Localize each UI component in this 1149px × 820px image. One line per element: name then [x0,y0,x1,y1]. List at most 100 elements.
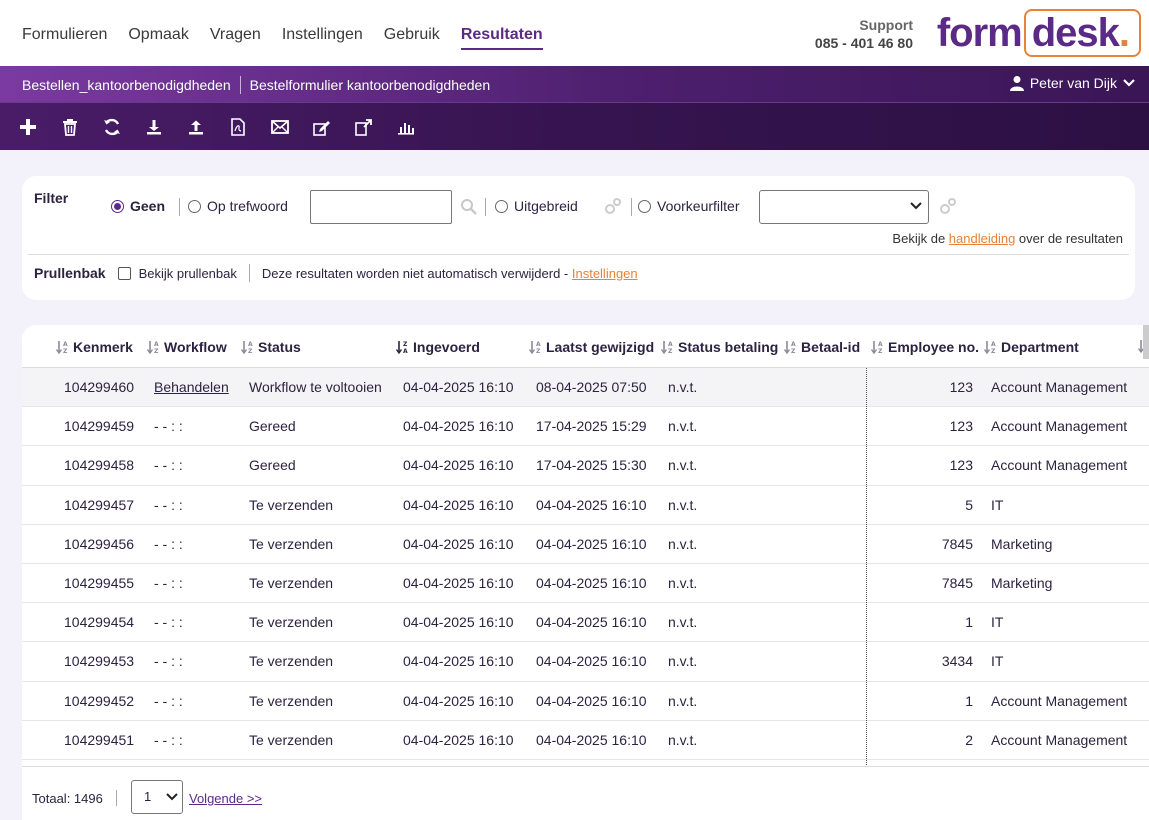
breadcrumb-item-folder[interactable]: Bestellen_kantoorbenodigdheden [22,77,231,93]
table-row[interactable]: 104299451 - - : : Te verzenden 04-04-2025 1… [22,721,1149,760]
upload-button[interactable] [180,111,211,142]
table-row[interactable]: 104299458 - - : : Gereed 04-04-2025 16:10 17… [22,446,1149,486]
trash-icon [62,118,77,136]
nav-item-resultaten[interactable]: Resultaten [460,26,543,50]
cell-ingevoerd: 04-04-2025 16:10 [403,535,514,552]
settings-gear-icon[interactable] [939,197,957,215]
manual-link[interactable]: handleiding [949,231,1016,246]
search-icon[interactable] [460,198,478,216]
column-header-ingevoerd[interactable]: Z A Ingevoerd [395,339,480,355]
refresh-icon [103,118,120,135]
main-nav: Formulieren Opmaak Vragen Instellingen Gebru… [22,26,564,50]
filter-option-none[interactable]: Geen [111,198,165,214]
workflow-action-link[interactable]: Behandelen [154,379,229,395]
download-button[interactable] [138,111,169,142]
column-header-status-betaling[interactable]: A Z Status betaling [660,339,779,355]
settings-gear-icon[interactable] [604,197,622,215]
table-row[interactable]: 104299460 Behandelen Workflow te voltooien… [22,368,1149,408]
add-button[interactable] [12,111,43,142]
cell-department: Marketing [991,574,1053,591]
filter-divider [28,254,1129,255]
svg-text:Z: Z [991,348,996,354]
column-header-laatst-gewijzigd[interactable]: A Z Laatst gewijzigd [528,339,654,355]
export-button[interactable] [348,111,379,142]
table-row[interactable]: 104299452 - - : : Te verzenden 04-04-2025 1… [22,682,1149,721]
keyword-input[interactable] [310,190,452,224]
mail-button[interactable] [264,111,295,142]
nav-item-instellingen[interactable]: Instellingen [282,26,363,50]
filter-option-keyword[interactable]: Op trefwoord [188,198,288,214]
table-row[interactable]: 104299455 - - : : Te verzenden 04-04-2025 1… [22,564,1149,604]
table-row[interactable]: 104299453 - - : : Te verzenden 04-04-2025 1… [22,642,1149,682]
svg-text:Z: Z [403,341,408,348]
nav-item-opmaak[interactable]: Opmaak [128,26,188,50]
column-header-betaal-id[interactable]: A Z Betaal-id [783,339,860,355]
cell-workflow: - - : : [154,418,183,435]
cell-employee: 123 [949,418,973,435]
cell-gewijzigd: 04-04-2025 16:10 [536,496,647,513]
filter-option-preference[interactable]: Voorkeurfilter [638,198,739,214]
user-menu[interactable]: Peter van Dijk [1009,75,1135,91]
cell-kenmerk: 104299454 [64,614,135,631]
page-select[interactable]: 1 [131,780,183,814]
radio-extended[interactable] [495,199,508,213]
preference-filter-select[interactable] [759,190,929,224]
nav-item-formulieren[interactable]: Formulieren [22,26,107,50]
total-count: Totaal: 1496 [32,791,103,806]
cell-status: Gereed [249,418,296,435]
breadcrumb-item-form[interactable]: Bestelformulier kantoorbenodigdheden [250,77,491,93]
table-row[interactable]: 104299457 - - : : Te verzenden 04-04-2025 1… [22,486,1149,525]
sort-az-icon: AZ [660,340,675,355]
table-row[interactable]: 104299454 - - : : Te verzenden 04-04-2025 1… [22,603,1149,643]
filter-option-extended-label: Uitgebreid [514,198,578,214]
download-icon [146,119,161,134]
sort-az-icon: AZ [528,340,543,355]
column-header-kenmerk[interactable]: A Z Kenmerk [55,339,133,355]
chevron-down-icon [166,793,178,801]
table-row[interactable]: 104299459 - - : : Gereed 04-04-2025 16:10 17… [22,407,1149,447]
pdf-icon [230,117,245,136]
delete-button[interactable] [54,111,85,142]
column-header-status[interactable]: A Z Status [240,339,301,355]
table-row[interactable]: 104299456 - - : : Te verzenden 04-04-2025 1… [22,525,1149,564]
statistics-button[interactable] [390,111,421,142]
radio-preference[interactable] [638,199,651,213]
cell-status: Workflow te voltooien [249,379,382,395]
cell-department: Account Management [991,731,1128,748]
cell-betaling: n.v.t. [668,614,698,631]
column-label: Status betaling [678,339,779,355]
cell-department: IT [991,614,1004,631]
cell-ingevoerd: 04-04-2025 16:10 [403,692,514,709]
view-trash-checkbox[interactable] [117,266,131,280]
cell-department: Account Management [991,418,1128,435]
formdesk-logo[interactable]: form desk. [937,8,1141,58]
column-header-department[interactable]: A Z Department [983,339,1079,355]
svg-text:A: A [63,341,68,348]
column-header-workflow[interactable]: A Z Workflow [146,339,227,355]
help-suffix: over de resultaten [1015,231,1123,246]
column-header-employee-no[interactable]: A Z Employee no. [870,339,979,355]
filter-option-extended[interactable]: Uitgebreid [495,198,578,214]
cell-employee: 5 [965,496,973,513]
nav-item-vragen[interactable]: Vragen [210,26,261,50]
radio-none[interactable] [111,199,124,213]
chevron-down-icon [1123,79,1135,87]
cell-betaling: n.v.t. [668,535,698,552]
pdf-button[interactable] [222,111,253,142]
settings-link[interactable]: Instellingen [572,266,638,281]
cell-kenmerk: 104299451 [64,731,135,748]
horizontal-scrollbar[interactable] [1143,325,1149,359]
refresh-button[interactable] [96,111,127,142]
nav-item-gebruik[interactable]: Gebruik [384,26,440,50]
user-icon [1009,76,1024,91]
chevron-down-icon [910,202,922,210]
support-phone[interactable]: 085 - 401 46 80 [815,34,913,52]
cell-status: Te verzenden [249,614,334,631]
breadcrumb-separator [239,76,241,94]
sort-za-icon: ZA [395,340,410,355]
edit-button[interactable] [306,111,337,142]
next-page-link[interactable]: Volgende >> [189,791,262,806]
svg-text:A: A [668,341,673,348]
radio-keyword[interactable] [188,199,201,213]
cell-ingevoerd: 04-04-2025 16:10 [403,379,514,395]
